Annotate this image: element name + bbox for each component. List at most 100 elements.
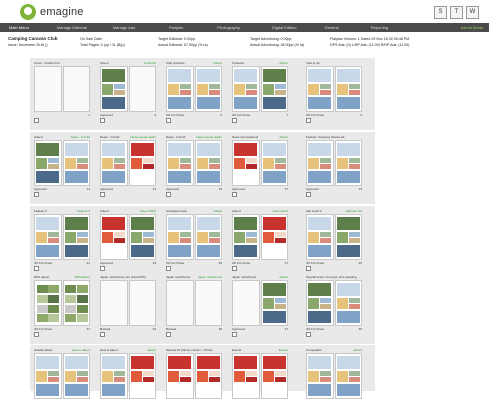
right-page-thumbnail[interactable]: [194, 140, 222, 186]
status-checkbox[interactable]: [232, 266, 237, 271]
right-page-thumbnail[interactable]: [128, 280, 156, 326]
left-page-thumbnail[interactable]: [232, 280, 260, 326]
status-checkbox[interactable]: [34, 192, 39, 197]
left-page-thumbnail[interactable]: [34, 280, 62, 326]
left-page-thumbnail[interactable]: [232, 214, 260, 260]
left-page-thumbnail[interactable]: [232, 140, 260, 186]
right-page-thumbnail[interactable]: [260, 66, 288, 112]
spread-card[interactable]: DPS advert DPS advert OK For Press 31: [34, 275, 90, 341]
status-checkbox[interactable]: [34, 266, 39, 271]
right-page-thumbnail[interactable]: [62, 353, 90, 399]
left-page-thumbnail[interactable]: [232, 66, 260, 112]
page-spread[interactable]: [34, 66, 90, 112]
status-checkbox[interactable]: [232, 118, 237, 123]
page-spread[interactable]: [306, 140, 362, 186]
page-spread[interactable]: [232, 353, 288, 399]
left-page-thumbnail[interactable]: [306, 214, 334, 260]
right-page-thumbnail[interactable]: [334, 66, 362, 112]
right-page-thumbnail[interactable]: [62, 214, 90, 260]
nav-main-menu[interactable]: Main Menu: [6, 25, 32, 30]
right-page-thumbnail[interactable]: [128, 140, 156, 186]
page-spread[interactable]: [166, 353, 222, 399]
status-checkbox[interactable]: [306, 266, 311, 271]
spread-card[interactable]: Cover - Inside front 1: [34, 61, 90, 127]
page-spread[interactable]: [306, 214, 362, 260]
page-spread[interactable]: [100, 214, 156, 260]
page-spread[interactable]: [232, 280, 288, 326]
left-page-thumbnail[interactable]: [306, 353, 334, 399]
status-checkbox[interactable]: [166, 118, 171, 123]
top-button-s[interactable]: S: [434, 6, 447, 19]
left-page-thumbnail[interactable]: [100, 66, 128, 112]
right-page-thumbnail[interactable]: [334, 214, 362, 260]
status-checkbox[interactable]: [166, 192, 171, 197]
right-page-thumbnail[interactable]: [260, 214, 288, 260]
top-button-w[interactable]: W: [466, 6, 479, 19]
nav-photography[interactable]: Photography: [214, 25, 243, 30]
right-page-thumbnail[interactable]: [334, 353, 362, 399]
page-spread[interactable]: [306, 66, 362, 112]
right-page-thumbnail[interactable]: [334, 140, 362, 186]
status-checkbox[interactable]: [166, 332, 171, 337]
page-spread[interactable]: [34, 140, 90, 186]
spread-card[interactable]: Competition Advert: [306, 348, 362, 414]
left-page-thumbnail[interactable]: [306, 280, 334, 326]
spread-card[interactable]: Advert News - In brief Approved 11: [34, 135, 90, 201]
left-page-thumbnail[interactable]: [166, 140, 194, 186]
page-spread[interactable]: [34, 353, 90, 399]
nav-manage-ads[interactable]: Manage Ads: [110, 25, 138, 30]
status-checkbox[interactable]: [306, 332, 311, 337]
right-page-thumbnail[interactable]: [334, 280, 362, 326]
left-page-thumbnail[interactable]: [100, 140, 128, 186]
status-checkbox[interactable]: [100, 332, 105, 337]
spread-card[interactable]: Japan motorhome Advert Approved 37: [232, 275, 288, 341]
spread-card[interactable]: Advert Ask Lucid 1 OK For Press 27: [232, 209, 288, 275]
spread-card[interactable]: Holiday Ideas How to take it: [34, 348, 90, 414]
right-page-thumbnail[interactable]: [62, 140, 90, 186]
right-page-thumbnail[interactable]: [194, 353, 222, 399]
page-spread[interactable]: [100, 140, 156, 186]
page-spread[interactable]: [34, 214, 90, 260]
left-page-thumbnail[interactable]: [166, 353, 194, 399]
page-spread[interactable]: [166, 280, 222, 326]
spread-card[interactable]: Special Index: Front gd, wins wedding OK …: [306, 275, 362, 341]
nav-reporting[interactable]: Reporting: [368, 25, 391, 30]
page-spread[interactable]: [232, 140, 288, 186]
page-spread[interactable]: [232, 66, 288, 112]
page-spread[interactable]: [166, 140, 222, 186]
nav-flatplan[interactable]: Flatplan: [166, 25, 186, 30]
status-checkbox[interactable]: [166, 266, 171, 271]
left-page-thumbnail[interactable]: [166, 214, 194, 260]
left-page-thumbnail[interactable]: [306, 66, 334, 112]
nav-digital-edition[interactable]: Digital Edition: [269, 25, 299, 30]
spread-card[interactable]: Campsite travel Advert OK For Press 25: [166, 209, 222, 275]
brand-logo[interactable]: emagine: [20, 4, 84, 20]
status-checkbox[interactable]: [232, 192, 237, 197]
left-page-thumbnail[interactable]: [34, 214, 62, 260]
spread-card[interactable]: How to take it Advert: [100, 348, 156, 414]
spread-card[interactable]: Feature 5 Feature 5 OK For Press 21: [34, 209, 90, 275]
left-page-thumbnail[interactable]: [100, 280, 128, 326]
left-page-thumbnail[interactable]: [166, 66, 194, 112]
page-spread[interactable]: [34, 280, 90, 326]
spread-card[interactable]: Club products Advert OK For Press 5: [166, 61, 222, 127]
right-page-thumbnail[interactable]: [194, 214, 222, 260]
right-page-thumbnail[interactable]: [260, 353, 288, 399]
right-page-thumbnail[interactable]: [62, 66, 90, 112]
page-spread[interactable]: [166, 214, 222, 260]
page-spread[interactable]: [232, 214, 288, 260]
right-page-thumbnail[interactable]: [128, 353, 156, 399]
spread-card[interactable]: Advert Advert MKS Approved 23: [100, 209, 156, 275]
status-checkbox[interactable]: [100, 118, 105, 123]
spread-card[interactable]: Year in pic OK For Press 9: [306, 61, 362, 127]
left-page-thumbnail[interactable]: [34, 140, 62, 186]
top-button-t[interactable]: T: [450, 6, 463, 19]
status-checkbox[interactable]: [34, 332, 39, 337]
spread-card[interactable]: Japan motorhome tour (Find DPS) Booked 33: [100, 275, 156, 341]
right-page-thumbnail[interactable]: [260, 280, 288, 326]
left-page-thumbnail[interactable]: [34, 353, 62, 399]
status-checkbox[interactable]: [100, 266, 105, 271]
left-page-thumbnail[interactable]: [34, 66, 62, 112]
left-page-thumbnail[interactable]: [166, 280, 194, 326]
status-checkbox[interactable]: [232, 332, 237, 337]
